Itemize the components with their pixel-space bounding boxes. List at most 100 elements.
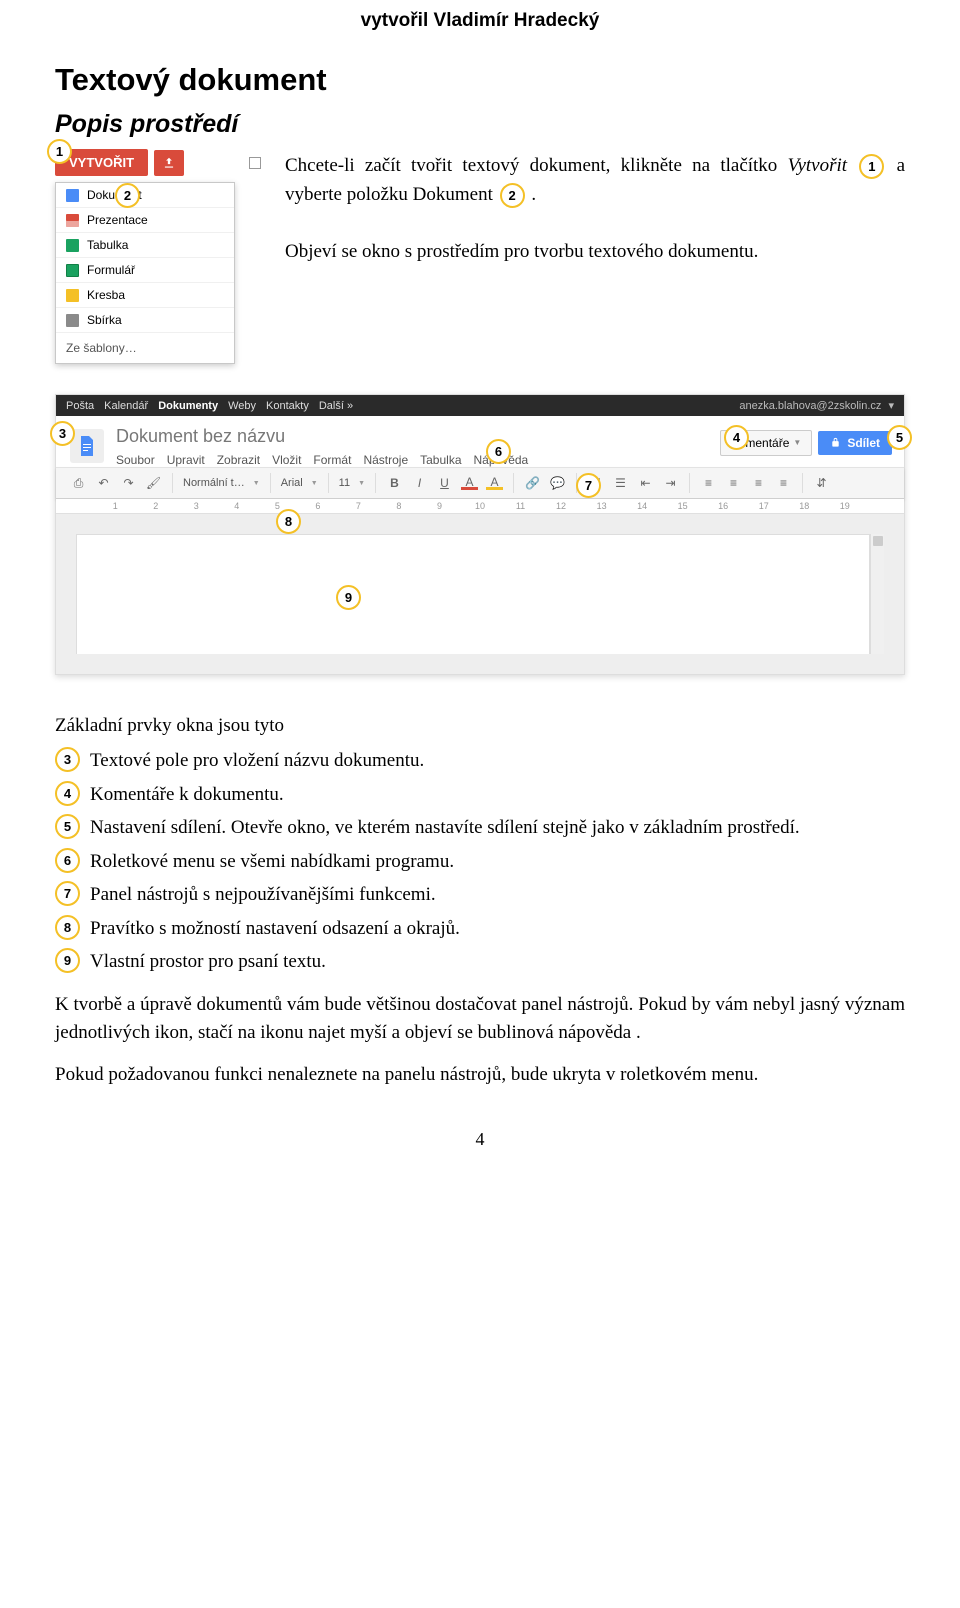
align-justify-icon[interactable]: ≡ <box>775 475 792 492</box>
ruler-tick: 3 <box>177 501 215 511</box>
select-checkbox[interactable] <box>249 157 261 169</box>
marker-1: 1 <box>47 139 72 164</box>
chevron-down-icon: ▼ <box>311 480 318 487</box>
indent-decrease-icon[interactable]: ⇤ <box>637 475 654 492</box>
create-menu-screenshot: 1 VYTVOŘIT DokumentPrezentaceTabulkaForm… <box>55 147 265 364</box>
align-left-icon[interactable]: ≡ <box>700 475 717 492</box>
text-color-icon[interactable]: A <box>461 476 478 490</box>
ci-draw-icon <box>66 289 79 302</box>
ci-pres-icon <box>66 214 79 227</box>
blackbar-item[interactable]: Dokumenty <box>158 400 218 412</box>
ruler-tick: 4 <box>218 501 256 511</box>
marker-6: 6 <box>486 439 511 464</box>
legend-row: 3 Textové pole pro vložení názvu dokument… <box>55 747 905 776</box>
marker-6: 6 <box>55 848 80 873</box>
blackbar-item[interactable]: Další » <box>319 400 353 412</box>
author-credit: vytvořil Vladimír Hradecký <box>0 10 960 32</box>
user-email-text: anezka.blahova@2zskolin.cz <box>739 400 881 412</box>
legend: Základní prvky okna jsou tyto 3 Textové p… <box>55 715 905 977</box>
create-item-label: Formulář <box>87 263 135 277</box>
paragraph-style[interactable]: Normální t… <box>183 477 245 489</box>
paragraph: Pokud požadovanou funkci nenaleznete na … <box>55 1061 905 1089</box>
blackbar-item[interactable]: Pošta <box>66 400 94 412</box>
create-item-tabulka[interactable]: Tabulka <box>56 233 234 258</box>
font-family[interactable]: Arial <box>281 477 303 489</box>
ruler-tick: 11 <box>501 501 539 511</box>
chevron-down-icon: ▾ <box>888 400 894 412</box>
redo-icon[interactable]: ↷ <box>120 475 137 492</box>
legend-intro: Základní prvky okna jsou tyto <box>55 715 905 737</box>
italic-icon[interactable]: I <box>411 475 428 492</box>
legend-row: 7Panel nástrojů s nejpoužívanějšími funk… <box>55 881 905 910</box>
legend-text: Vlastní prostor pro psaní textu. <box>90 948 905 977</box>
paint-format-icon[interactable]: 🖌 <box>145 475 162 492</box>
menu-soubor[interactable]: Soubor <box>116 453 155 467</box>
legend-row: 5Nastavení sdílení. Otevře okno, ve kter… <box>55 814 905 843</box>
link-icon[interactable]: 🔗 <box>524 475 541 492</box>
section-title: Popis prostředí <box>55 110 905 139</box>
bullet-list-icon[interactable]: ☰ <box>612 475 629 492</box>
comment-icon[interactable]: 💬 <box>549 475 566 492</box>
ruler-tick: 2 <box>137 501 175 511</box>
print-icon[interactable]: ⎙ <box>70 475 87 492</box>
line-spacing-icon[interactable]: ⇵ <box>813 475 830 492</box>
bold-icon[interactable]: B <box>386 475 403 492</box>
create-item-formulář[interactable]: Formulář <box>56 258 234 283</box>
underline-icon[interactable]: U <box>436 475 453 492</box>
ruler[interactable]: 12345678910111213141516171819 <box>56 499 904 514</box>
create-item-dokument[interactable]: Dokument <box>56 183 234 208</box>
marker-4: 4 <box>55 781 80 806</box>
indent-increase-icon[interactable]: ⇥ <box>662 475 679 492</box>
user-email[interactable]: anezka.blahova@2zskolin.cz ▾ <box>739 399 894 412</box>
docs-logo[interactable] <box>70 429 104 463</box>
ruler-tick: 15 <box>663 501 701 511</box>
menu-zobrazit[interactable]: Zobrazit <box>217 453 260 467</box>
ci-coll-icon <box>66 314 79 327</box>
create-item-label: Sbírka <box>87 313 122 327</box>
create-dropdown: Dokument Prezentace Tabulka Formulář Kresba S… <box>55 182 235 364</box>
menu-vložit[interactable]: Vložit <box>272 453 301 467</box>
ruler-tick: 14 <box>623 501 661 511</box>
marker-3: 3 <box>55 747 80 772</box>
ruler-tick: 12 <box>542 501 580 511</box>
ruler-tick: 16 <box>704 501 742 511</box>
create-item-kresba[interactable]: Kresba <box>56 283 234 308</box>
ci-form-icon <box>66 264 79 277</box>
blackbar-item[interactable]: Weby <box>228 400 256 412</box>
upload-button[interactable] <box>154 150 184 176</box>
create-item-label: Tabulka <box>87 238 128 252</box>
menubar: Soubor Upravit Zobrazit Vložit Formát Nástroj… <box>116 449 708 467</box>
create-item-label: Prezentace <box>87 213 148 227</box>
legend-row: 9Vlastní prostor pro psaní textu. <box>55 948 905 977</box>
menu-upravit[interactable]: Upravit <box>167 453 205 467</box>
create-from-template[interactable]: Ze šablony… <box>56 333 234 363</box>
ruler-tick: 8 <box>380 501 418 511</box>
document-page[interactable] <box>76 534 870 654</box>
marker-8: 8 <box>55 915 80 940</box>
blackbar-item[interactable]: Kalendář <box>104 400 148 412</box>
marker-7: 7 <box>55 881 80 906</box>
align-right-icon[interactable]: ≡ <box>750 475 767 492</box>
chevron-down-icon: ▼ <box>793 438 801 447</box>
legend-text: Textové pole pro vložení názvu dokumentu… <box>90 747 905 776</box>
font-size[interactable]: 11 <box>339 477 350 489</box>
marker-2: 2 <box>115 183 140 208</box>
doc-title-field[interactable]: Dokument bez názvu <box>116 424 708 449</box>
create-item-sbírka[interactable]: Sbírka <box>56 308 234 333</box>
intro-text-a: Chcete-li začít tvořit textový dokument,… <box>285 155 777 176</box>
toolbar: ⎙ ↶ ↷ 🖌 Normální t… ▼ Arial ▼ 11 ▼ B I U… <box>56 467 904 499</box>
menu-formát[interactable]: Formát <box>313 453 351 467</box>
align-center-icon[interactable]: ≡ <box>725 475 742 492</box>
scrollbar[interactable] <box>870 534 884 654</box>
legend-row: 8Pravítko s možností nastavení odsazení … <box>55 915 905 944</box>
menu-nástroje[interactable]: Nástroje <box>363 453 408 467</box>
marker-7: 7 <box>576 473 601 498</box>
menu-tabulka[interactable]: Tabulka <box>420 453 461 467</box>
marker-1-inline: 1 <box>859 154 884 179</box>
share-button[interactable]: Sdílet <box>818 431 892 455</box>
ruler-tick: 18 <box>785 501 823 511</box>
undo-icon[interactable]: ↶ <box>95 475 112 492</box>
highlight-icon[interactable]: A <box>486 476 503 490</box>
blackbar-item[interactable]: Kontakty <box>266 400 309 412</box>
create-item-prezentace[interactable]: Prezentace <box>56 208 234 233</box>
